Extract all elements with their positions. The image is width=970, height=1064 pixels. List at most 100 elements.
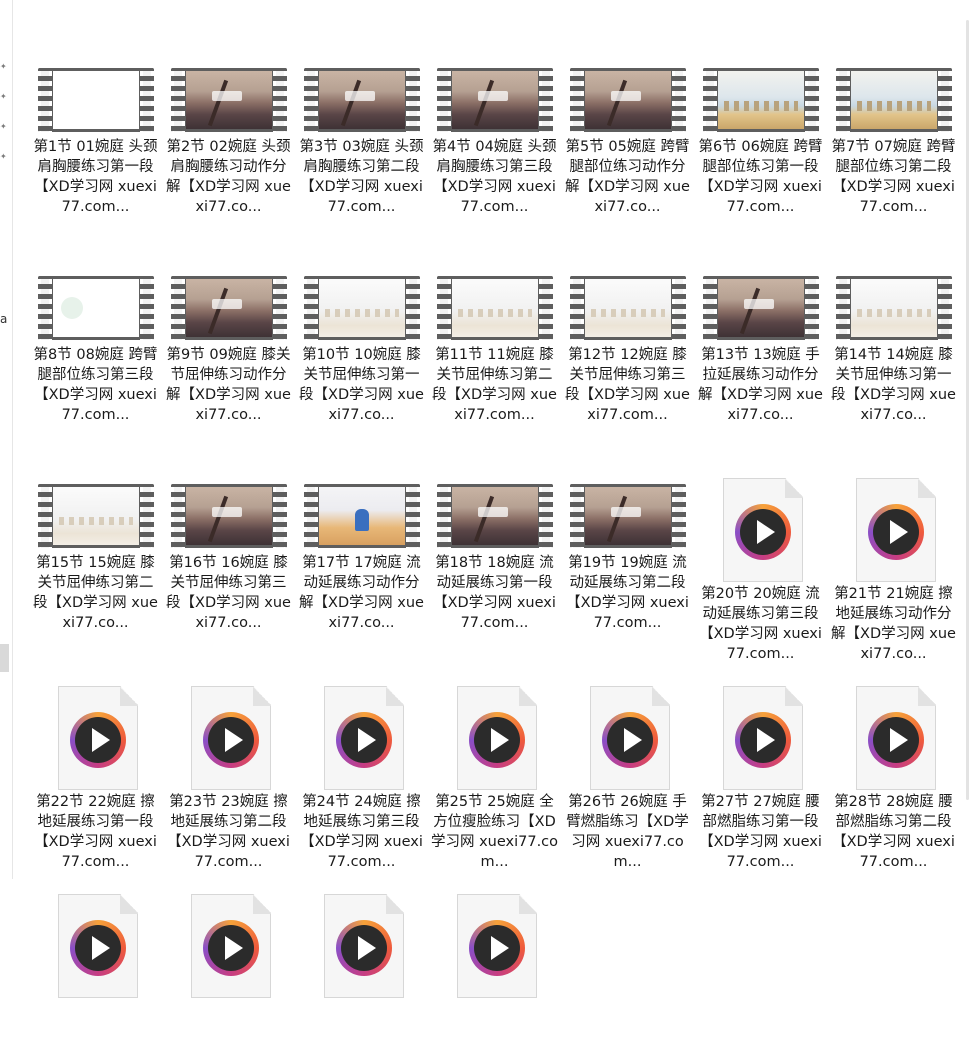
media-player-file-icon: [58, 686, 138, 790]
video-file-item[interactable]: 第19节 19婉庭 流动延展练习第二段【XD学习网 xuexi77.com...: [563, 478, 692, 648]
video-thumbnail: [171, 68, 287, 132]
video-thumbnail: [304, 276, 420, 340]
video-file-item[interactable]: 第9节 09婉庭 膝关节屈伸练习动作分解【XD学习网 xuexi77.co...: [164, 270, 293, 440]
file-name-label: 第10节 10婉庭 膝关节屈伸练习第一段【XD学习网 xuexi77.co...: [299, 347, 424, 423]
media-player-file-icon: [723, 686, 803, 790]
pin-icon[interactable]: ✦: [0, 92, 7, 101]
play-icon: [225, 728, 243, 752]
media-file-item[interactable]: 第27节 27婉庭 腰部燃脂练习第一段【XD学习网 xuexi77.com...: [696, 686, 825, 870]
film-strip-icon: [437, 484, 553, 548]
film-strip-icon: [570, 484, 686, 548]
film-strip-icon: [703, 68, 819, 132]
video-file-item[interactable]: 第2节 02婉庭 头颈肩胸腰练习动作分解【XD学习网 xuexi77.co...: [164, 62, 293, 232]
video-thumbnail: [304, 68, 420, 132]
media-player-file-icon: [457, 686, 537, 790]
play-icon: [890, 520, 908, 544]
file-name-label: 第26节 26婉庭 手臂燃脂练习【XD学习网 xuexi77.com...: [566, 794, 689, 870]
file-name-label: 第28节 28婉庭 腰部燃脂练习第二段【XD学习网 xuexi77.com...: [832, 794, 955, 870]
play-icon: [92, 936, 110, 960]
file-name-label: 第19节 19婉庭 流动延展练习第二段【XD学习网 xuexi77.com...: [566, 555, 689, 631]
file-grid: 第1节 01婉庭 头颈肩胸腰练习第一段【XD学习网 xuexi77.com...…: [31, 62, 961, 998]
media-player-file-icon: [191, 894, 271, 998]
play-icon: [491, 728, 509, 752]
pin-icon[interactable]: ✦: [0, 152, 7, 161]
video-file-item[interactable]: 第3节 03婉庭 头颈肩胸腰练习第二段【XD学习网 xuexi77.com...: [297, 62, 426, 232]
video-thumbnail: [304, 484, 420, 548]
play-icon: [491, 936, 509, 960]
film-strip-icon: [304, 276, 420, 340]
media-file-item[interactable]: [297, 894, 426, 1064]
film-strip-icon: [171, 276, 287, 340]
media-player-file-icon: [723, 478, 803, 582]
film-strip-icon: [38, 484, 154, 548]
video-file-item[interactable]: 第6节 06婉庭 跨臂腿部位练习第一段【XD学习网 xuexi77.com...: [696, 62, 825, 232]
film-strip-icon: [570, 68, 686, 132]
play-icon: [757, 728, 775, 752]
media-player-file-icon: [191, 686, 271, 790]
file-name-label: 第23节 23婉庭 擦地延展练习第二段【XD学习网 xuexi77.com...: [167, 794, 290, 870]
video-thumbnail: [171, 276, 287, 340]
file-name-label: 第3节 03婉庭 头颈肩胸腰练习第二段【XD学习网 xuexi77.com...: [299, 139, 424, 215]
film-strip-icon: [570, 276, 686, 340]
video-file-item[interactable]: 第13节 13婉庭 手拉延展练习动作分解【XD学习网 xuexi77.co...: [696, 270, 825, 440]
play-icon: [92, 728, 110, 752]
pin-icon[interactable]: ✦: [0, 122, 7, 131]
media-player-file-icon: [324, 894, 404, 998]
file-name-label: 第15节 15婉庭 膝关节屈伸练习第二段【XD学习网 xuexi77.co...: [33, 555, 158, 631]
file-name-label: 第7节 07婉庭 跨臂腿部位练习第二段【XD学习网 xuexi77.com...: [831, 139, 956, 215]
media-player-file-icon: [324, 686, 404, 790]
media-file-item[interactable]: 第26节 26婉庭 手臂燃脂练习【XD学习网 xuexi77.com...: [563, 686, 692, 870]
navigation-pane: ✦ ✦ ✦ ✦ a: [0, 0, 13, 879]
video-file-item[interactable]: 第7节 07婉庭 跨臂腿部位练习第二段【XD学习网 xuexi77.com...: [829, 62, 958, 232]
video-file-item[interactable]: 第15节 15婉庭 膝关节屈伸练习第二段【XD学习网 xuexi77.co...: [31, 478, 160, 648]
file-name-label: 第9节 09婉庭 膝关节屈伸练习动作分解【XD学习网 xuexi77.co...: [166, 347, 291, 423]
media-file-item[interactable]: 第25节 25婉庭 全方位瘦脸练习【XD学习网 xuexi77.com...: [430, 686, 559, 870]
play-icon: [890, 728, 908, 752]
video-file-item[interactable]: 第10节 10婉庭 膝关节屈伸练习第一段【XD学习网 xuexi77.co...: [297, 270, 426, 440]
media-player-file-icon: [856, 686, 936, 790]
video-thumbnail: [437, 68, 553, 132]
media-file-item[interactable]: 第28节 28婉庭 腰部燃脂练习第二段【XD学习网 xuexi77.com...: [829, 686, 958, 870]
media-file-item[interactable]: 第22节 22婉庭 擦地延展练习第一段【XD学习网 xuexi77.com...: [31, 686, 160, 870]
video-file-item[interactable]: 第11节 11婉庭 膝关节屈伸练习第二段【XD学习网 xuexi77.com..…: [430, 270, 559, 440]
pin-icon[interactable]: ✦: [0, 62, 7, 71]
play-icon: [624, 728, 642, 752]
film-strip-icon: [38, 276, 154, 340]
video-thumbnail: [703, 68, 819, 132]
nav-selected-item[interactable]: [0, 644, 9, 672]
media-file-item[interactable]: 第20节 20婉庭 流动延展练习第三段【XD学习网 xuexi77.com...: [696, 478, 825, 662]
file-name-label: 第21节 21婉庭 擦地延展练习动作分解【XD学习网 xuexi77.co...: [831, 586, 956, 662]
video-file-item[interactable]: 第18节 18婉庭 流动延展练习第一段【XD学习网 xuexi77.com...: [430, 478, 559, 648]
film-strip-icon: [437, 68, 553, 132]
media-file-item[interactable]: [164, 894, 293, 1064]
media-player-file-icon: [58, 894, 138, 998]
file-name-label: 第17节 17婉庭 流动延展练习动作分解【XD学习网 xuexi77.co...: [299, 555, 424, 631]
video-thumbnail: [38, 484, 154, 548]
video-file-item[interactable]: 第8节 08婉庭 跨臂腿部位练习第三段【XD学习网 xuexi77.com...: [31, 270, 160, 440]
video-thumbnail: [171, 484, 287, 548]
media-file-item[interactable]: 第21节 21婉庭 擦地延展练习动作分解【XD学习网 xuexi77.co...: [829, 478, 958, 662]
video-file-item[interactable]: 第4节 04婉庭 头颈肩胸腰练习第三段【XD学习网 xuexi77.com...: [430, 62, 559, 232]
media-file-item[interactable]: 第23节 23婉庭 擦地延展练习第二段【XD学习网 xuexi77.com...: [164, 686, 293, 870]
scrollbar-thumb[interactable]: [966, 20, 969, 800]
video-file-item[interactable]: 第14节 14婉庭 膝关节屈伸练习第一段【XD学习网 xuexi77.co...: [829, 270, 958, 440]
film-strip-icon: [171, 484, 287, 548]
file-name-label: 第2节 02婉庭 头颈肩胸腰练习动作分解【XD学习网 xuexi77.co...: [166, 139, 291, 215]
file-name-label: 第11节 11婉庭 膝关节屈伸练习第二段【XD学习网 xuexi77.com..…: [432, 347, 557, 423]
video-thumbnail: [38, 68, 154, 132]
video-thumbnail: [437, 484, 553, 548]
media-file-item[interactable]: 第24节 24婉庭 擦地延展练习第三段【XD学习网 xuexi77.com...: [297, 686, 426, 870]
video-file-item[interactable]: 第16节 16婉庭 膝关节屈伸练习第三段【XD学习网 xuexi77.co...: [164, 478, 293, 648]
media-player-file-icon: [590, 686, 670, 790]
file-name-label: 第4节 04婉庭 头颈肩胸腰练习第三段【XD学习网 xuexi77.com...: [432, 139, 557, 215]
video-file-item[interactable]: 第1节 01婉庭 头颈肩胸腰练习第一段【XD学习网 xuexi77.com...: [31, 62, 160, 232]
file-name-label: 第1节 01婉庭 头颈肩胸腰练习第一段【XD学习网 xuexi77.com...: [33, 139, 158, 215]
video-file-item[interactable]: 第5节 05婉庭 跨臂腿部位练习动作分解【XD学习网 xuexi77.co...: [563, 62, 692, 232]
nav-item-fragment[interactable]: a: [0, 312, 7, 326]
film-strip-icon: [437, 276, 553, 340]
video-file-item[interactable]: 第17节 17婉庭 流动延展练习动作分解【XD学习网 xuexi77.co...: [297, 478, 426, 648]
video-file-item[interactable]: 第12节 12婉庭 膝关节屈伸练习第三段【XD学习网 xuexi77.com..…: [563, 270, 692, 440]
video-thumbnail: [836, 68, 952, 132]
media-file-item[interactable]: [31, 894, 160, 1064]
media-file-item[interactable]: [430, 894, 559, 1064]
